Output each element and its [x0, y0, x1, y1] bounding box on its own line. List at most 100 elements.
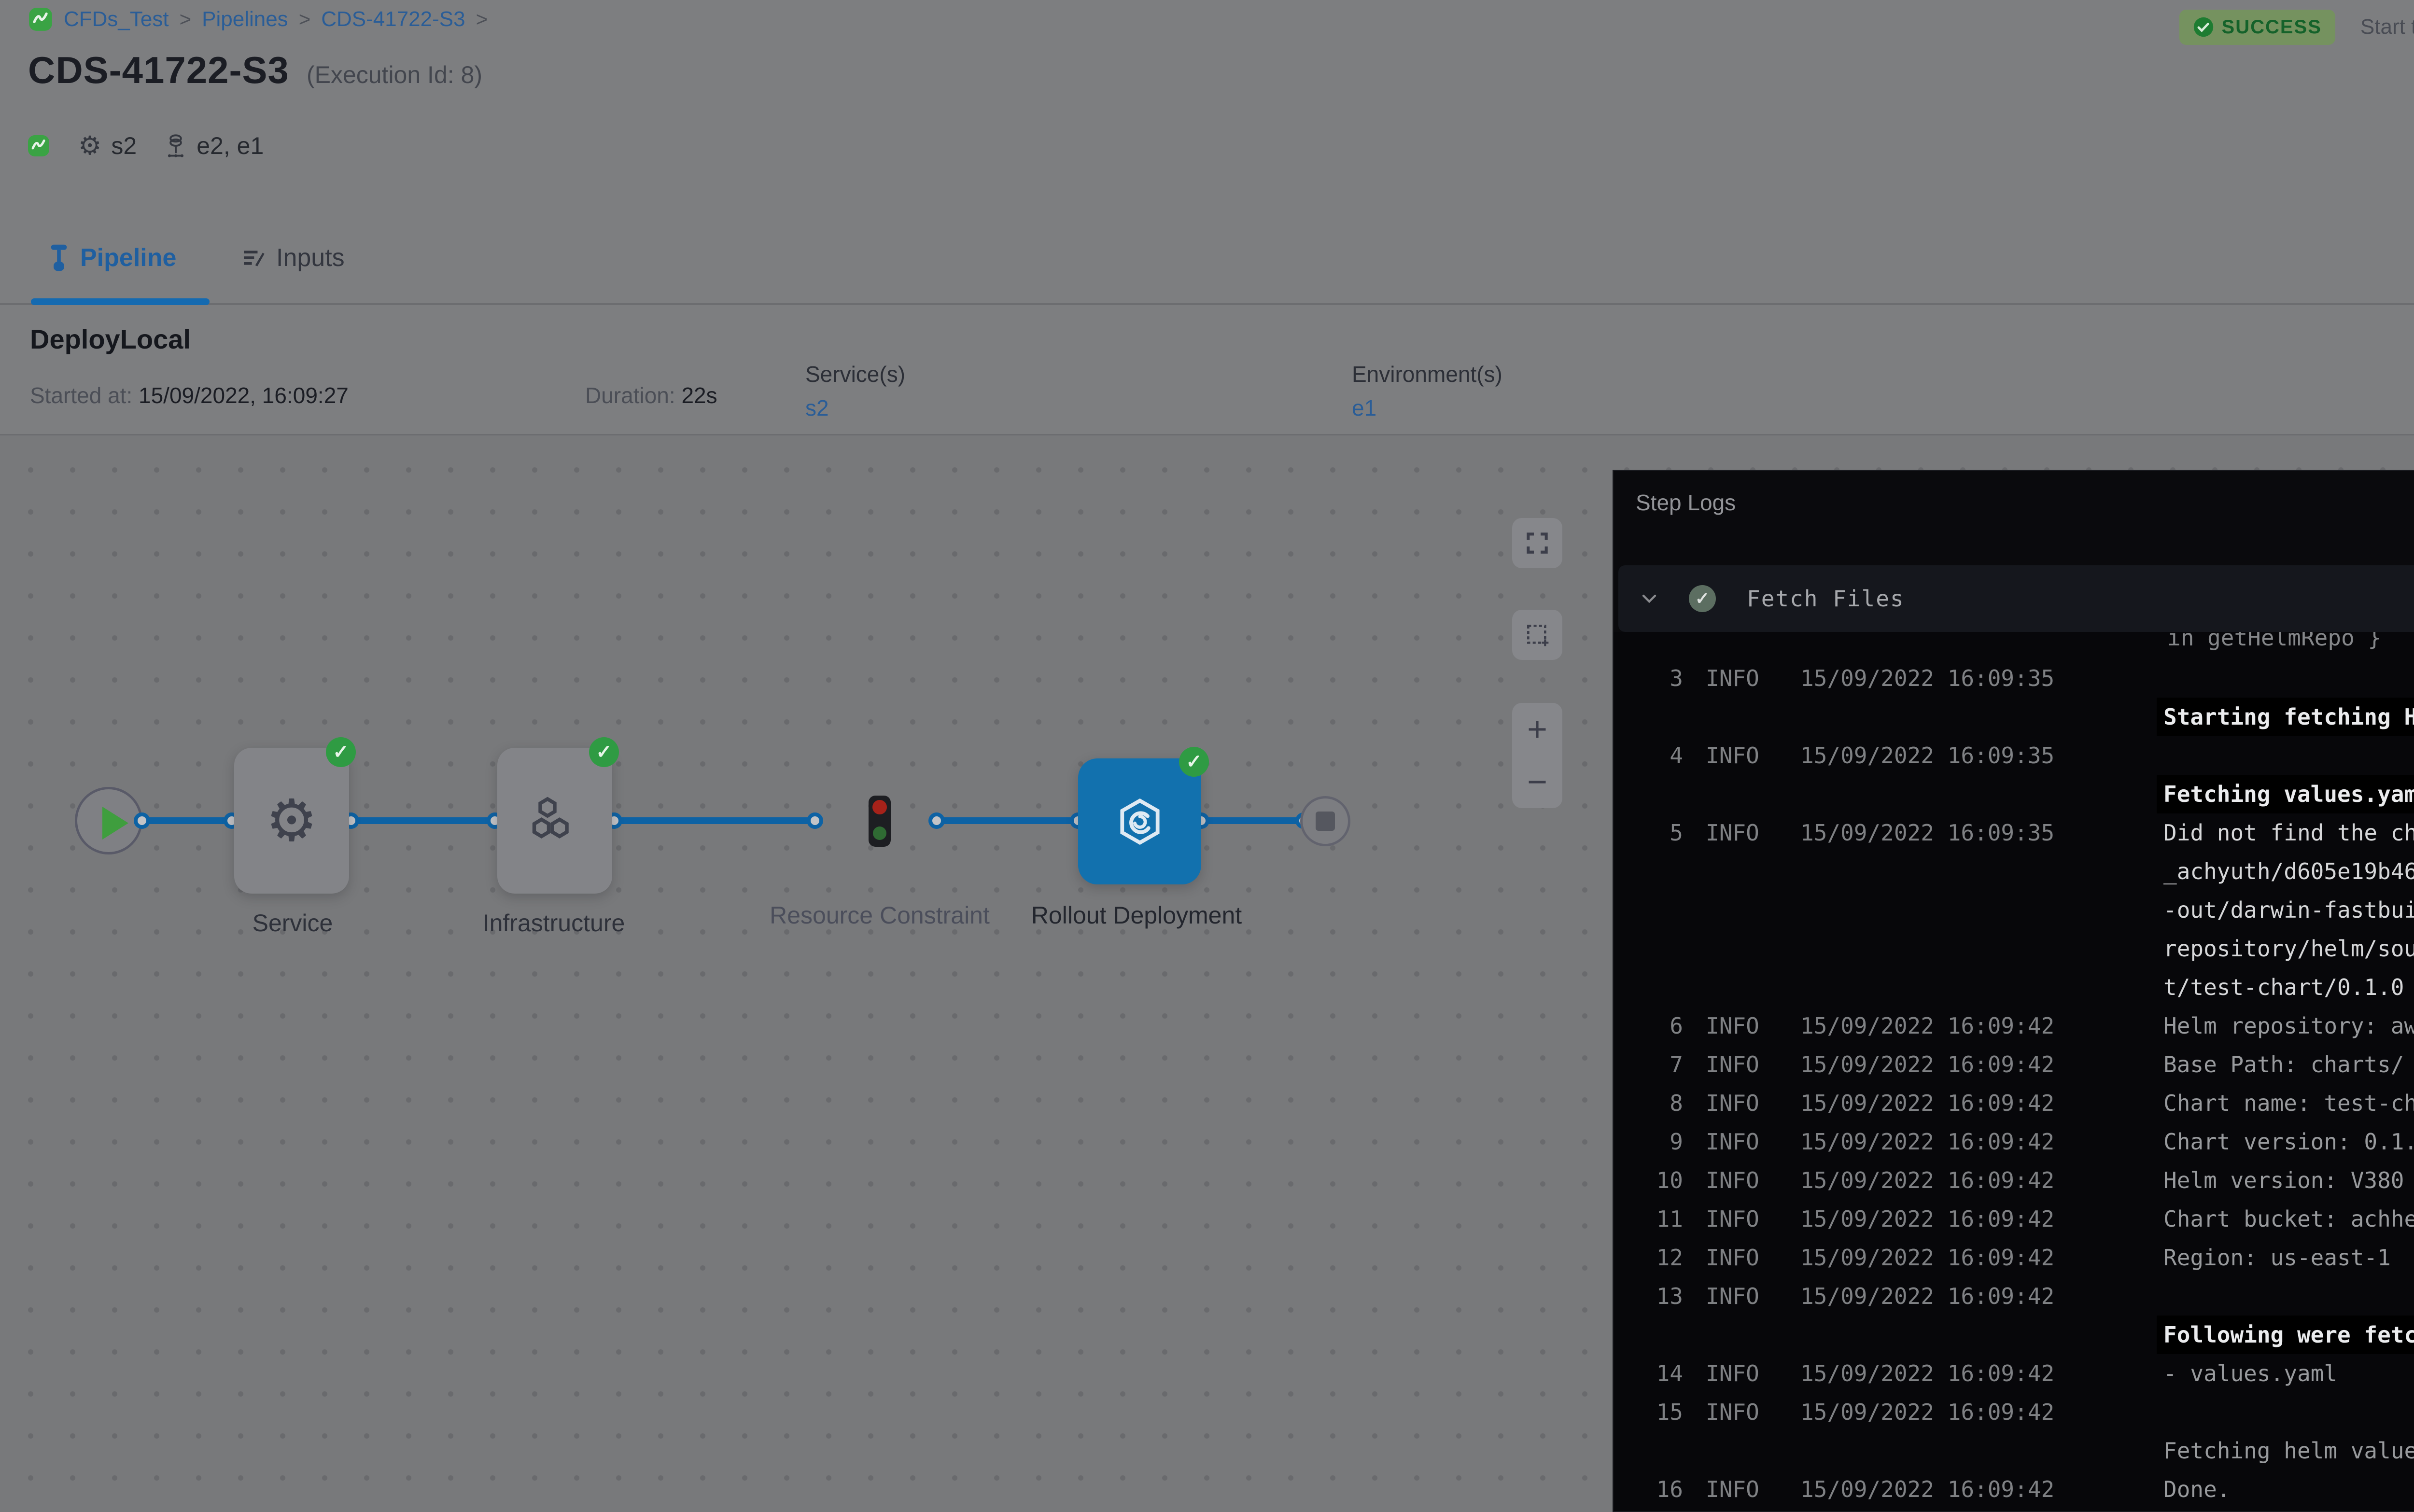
log-line: Helm repository: aws-qa-setup-modified [2163, 1013, 2414, 1039]
gear-icon: ⚙ [78, 130, 101, 161]
edge [351, 817, 495, 824]
tab-inputs[interactable]: Inputs [240, 212, 345, 303]
log-line: - values.yaml [2163, 1360, 2337, 1386]
zoom-out-button[interactable]: − [1527, 765, 1547, 799]
tab-pipeline[interactable]: Pipeline [48, 212, 176, 303]
zoom-in-button[interactable]: + [1527, 712, 1547, 747]
step-name: Fetch Files [1747, 586, 1905, 612]
edge-endpoint [807, 812, 823, 829]
node-rollout-deployment[interactable]: ✓ [1078, 758, 1201, 884]
log-lvl: INFO [1706, 1045, 1759, 1084]
infrastructure-icon [526, 792, 584, 850]
fullscreen-icon [1524, 530, 1551, 557]
log-blank-line [2163, 736, 2414, 775]
tab-pipeline-label: Pipeline [80, 243, 176, 272]
services-value[interactable]: s2 [805, 395, 829, 421]
breadcrumb: CFDs_Test > Pipelines > CDS-41722-S3 > [28, 7, 488, 32]
chevron-right-icon: > [180, 8, 192, 31]
environments-label: Environment(s) [1352, 361, 1502, 387]
node-service[interactable]: ⚙ ✓ [234, 748, 349, 894]
status-badge: SUCCESS [2179, 10, 2335, 45]
pipeline-icon [48, 243, 70, 272]
node-resource-constraint[interactable] [869, 796, 891, 847]
fullscreen-button[interactable] [1512, 518, 1562, 568]
log-lvl: INFO [1706, 1084, 1759, 1122]
node-infrastructure[interactable]: ✓ [497, 748, 612, 894]
log-lvl: INFO [1706, 1354, 1759, 1393]
started-value: 15/09/2022, 16:09:27 [139, 383, 349, 408]
log-lvl: INFO [1706, 659, 1759, 698]
chevron-right-icon: > [299, 8, 311, 31]
duration-value: 22s [681, 383, 717, 408]
edge-endpoint [928, 812, 945, 829]
log-body[interactable]: in getHelmRepo } 3INFO15/09/2022 16:09:3… [1614, 632, 2414, 1511]
stage-name: DeployLocal [30, 323, 191, 355]
log-line: -out/darwin-fastbuild/bin/260-delegate/e… [2163, 897, 2414, 923]
log-blank-line [2163, 1277, 2414, 1316]
log-num: 14 [1614, 1354, 1683, 1393]
started-label: Started at: [30, 383, 132, 408]
log-row: 3INFO15/09/2022 16:09:35Starting fetchin… [1614, 659, 2414, 736]
log-line: Done. [2163, 1476, 2230, 1502]
log-time: 15/09/2022 16:09:42 [1800, 1393, 2071, 1431]
stop-icon [1316, 812, 1335, 831]
log-line: Fetching values.yaml from helm chart rep… [2157, 775, 2414, 813]
service-tag[interactable]: ⚙ s2 [78, 130, 137, 161]
edge [937, 817, 1078, 824]
log-num: 11 [1614, 1200, 1683, 1238]
log-line: Chart bucket: achhelmbucket [2163, 1206, 2414, 1232]
environment-tag-value: e2, e1 [196, 132, 264, 160]
log-line: Fetching helm values completed successfu… [2163, 1438, 2414, 1464]
log-message: Done. [2163, 1470, 2414, 1509]
log-num: 4 [1614, 736, 1683, 775]
log-row: 14INFO15/09/2022 16:09:42- values.yaml [1614, 1354, 2414, 1393]
active-tab-indicator [31, 298, 210, 305]
log-time: 15/09/2022 16:09:35 [1800, 813, 2071, 852]
node-label-infrastructure: Infrastructure [457, 903, 650, 943]
log-row: 16INFO15/09/2022 16:09:42Done. [1614, 1470, 2414, 1509]
log-lvl: INFO [1706, 813, 1759, 852]
log-message: Base Path: charts/ [2163, 1045, 2414, 1084]
service-tag-value: s2 [111, 132, 137, 160]
log-lvl: INFO [1706, 1161, 1759, 1200]
log-line: repository/helm/source/93602db7-89f2-317… [2163, 936, 2414, 962]
inputs-icon [240, 245, 266, 270]
step-section-header[interactable]: ✓ Fetch Files ↑ ↓ 9s [1618, 565, 2414, 632]
success-check-icon: ✓ [589, 737, 619, 767]
log-panel-title: Step Logs [1636, 490, 1736, 516]
log-blank-line [2163, 1393, 2414, 1431]
log-line: Chart name: test-chart [2163, 1090, 2414, 1116]
start-node[interactable] [75, 787, 142, 854]
stage-started: Started at: 15/09/2022, 16:09:27 [30, 382, 349, 408]
chevron-down-icon[interactable] [1638, 587, 1661, 610]
environment-tag[interactable]: e2, e1 [165, 132, 264, 160]
log-line: _achyuth/d605e19b46448ceaacb01fb4c19633a… [2163, 858, 2414, 884]
breadcrumb-pipelines[interactable]: Pipelines [202, 7, 288, 31]
log-line: Region: us-east-1 [2163, 1245, 2391, 1271]
tab-inputs-label: Inputs [276, 243, 345, 272]
log-message: Region: us-east-1 [2163, 1238, 2414, 1277]
harness-logo-icon [27, 134, 50, 157]
fit-to-screen-button[interactable] [1512, 610, 1562, 660]
log-num: 6 [1614, 1007, 1683, 1045]
log-row: 9INFO15/09/2022 16:09:42Chart version: 0… [1614, 1122, 2414, 1161]
helm-icon [1113, 795, 1166, 848]
log-time: 15/09/2022 16:09:42 [1800, 1277, 2071, 1316]
log-num: 15 [1614, 1393, 1683, 1431]
log-num: 10 [1614, 1161, 1683, 1200]
harness-logo-icon [28, 7, 53, 32]
log-rows: 3INFO15/09/2022 16:09:35Starting fetchin… [1614, 632, 2414, 1509]
log-line: Chart version: 0.1.0 [2163, 1129, 2414, 1155]
success-check-icon: ✓ [326, 737, 356, 767]
breadcrumb-pipeline-name[interactable]: CDS-41722-S3 [321, 7, 465, 31]
duration-label: Duration: [585, 383, 675, 408]
log-panel-header: Step Logs Console View [1614, 471, 2414, 534]
stage-info-bar: DeployLocal Started at: 15/09/2022, 16:0… [0, 307, 2414, 435]
log-time: 15/09/2022 16:09:42 [1800, 1084, 2071, 1122]
log-time: 15/09/2022 16:09:42 [1800, 1007, 2071, 1045]
environments-value[interactable]: e1 [1352, 395, 1376, 421]
end-node[interactable] [1300, 796, 1350, 846]
log-num: 9 [1614, 1122, 1683, 1161]
breadcrumb-project[interactable]: CFDs_Test [64, 7, 169, 31]
log-row: 5INFO15/09/2022 16:09:35Did not find the… [1614, 813, 2414, 1007]
